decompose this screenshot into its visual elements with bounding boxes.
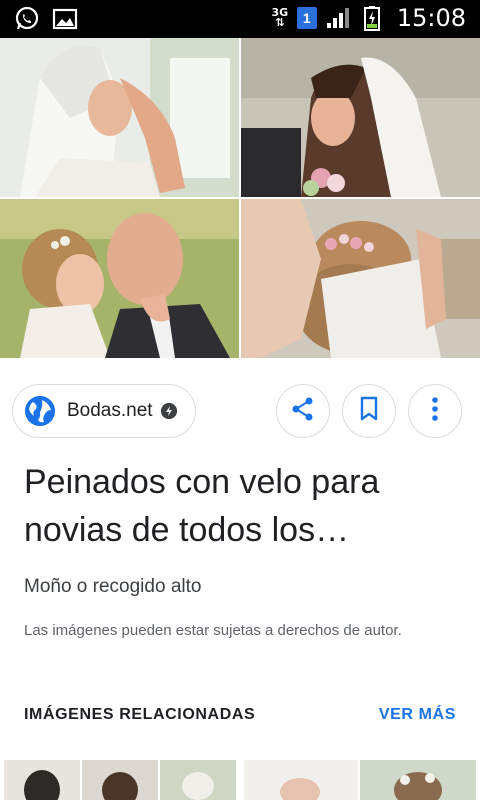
source-actions-row: Bodas.net (12, 384, 468, 438)
image-grid (0, 38, 480, 358)
more-options-button[interactable] (408, 384, 462, 438)
clock: 15:08 (396, 4, 466, 32)
globe-icon (25, 396, 55, 426)
signal-icon (325, 5, 351, 31)
see-more-link[interactable]: VER MÁS (379, 706, 456, 724)
amp-icon (160, 403, 177, 419)
sim-badge: 1 (296, 7, 317, 29)
image-couple-kissing[interactable] (0, 199, 239, 358)
related-images-strip (0, 760, 480, 800)
gallery-icon (52, 6, 78, 32)
image-bride-long-veil[interactable] (241, 38, 480, 197)
share-button[interactable] (276, 384, 330, 438)
source-name: Bodas.net (67, 400, 153, 421)
bookmark-button[interactable] (342, 384, 396, 438)
result-title[interactable]: Peinados con velo para novias de todos l… (24, 458, 444, 554)
whatsapp-icon (14, 6, 40, 32)
more-vert-icon (431, 396, 439, 427)
image-bride-lace-veil[interactable] (0, 38, 239, 197)
image-updo-flowers-veil[interactable] (241, 199, 480, 358)
bookmark-icon (358, 396, 380, 427)
copyright-notice: Las imágenes pueden estar sujetas a dere… (24, 622, 402, 639)
network-type: 3G ⇅ (271, 6, 289, 29)
related-images-title: IMÁGENES RELACIONADAS (24, 706, 256, 723)
result-title-line1: Peinados con velo para (24, 463, 380, 501)
battery-charging-icon (359, 5, 385, 31)
result-title-line2: novias de todos los… (24, 511, 350, 549)
result-subtitle: Moño o recogido alto (24, 576, 202, 597)
status-bar: 3G ⇅ 1 15:08 (0, 0, 480, 38)
related-images-header: IMÁGENES RELACIONADAS VER MÁS (24, 706, 456, 724)
source-chip[interactable]: Bodas.net (12, 384, 196, 438)
share-icon (290, 396, 316, 427)
